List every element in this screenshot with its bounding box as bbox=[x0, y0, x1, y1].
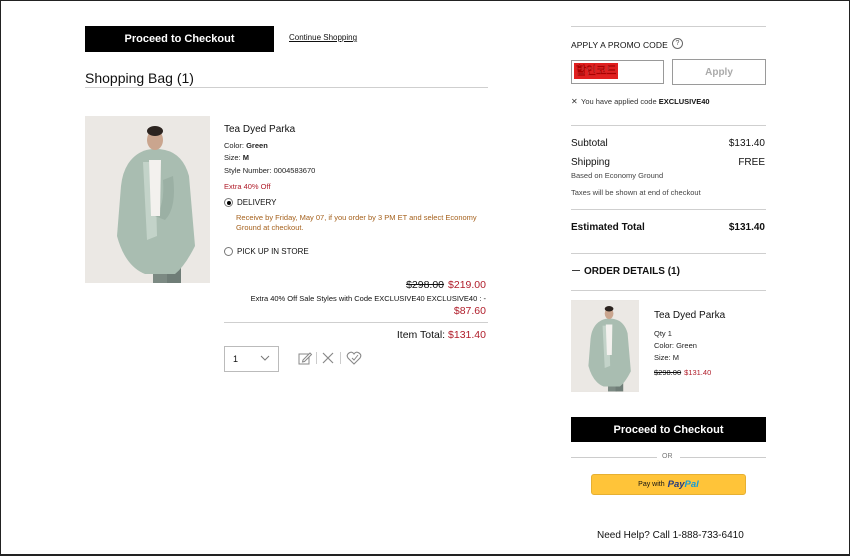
quantity-select[interactable]: 1 bbox=[224, 346, 279, 372]
product-image[interactable] bbox=[85, 116, 210, 283]
item-price: $298.00 $219.00 bbox=[406, 279, 486, 291]
item-total-value: $131.40 bbox=[448, 329, 486, 341]
tax-note: Taxes will be shown at end of checkout bbox=[571, 188, 701, 197]
promo-discount-amount: $87.60 bbox=[453, 305, 486, 317]
delivery-label[interactable]: DELIVERY bbox=[237, 198, 276, 207]
shipping-method: Based on Economy Ground bbox=[571, 171, 664, 180]
edit-icon[interactable] bbox=[297, 350, 313, 366]
estimated-total-label: Estimated Total bbox=[571, 222, 645, 233]
item-total-label: Item Total: bbox=[396, 329, 446, 341]
item-total: Item Total: $131.40 bbox=[397, 329, 486, 341]
summary-top-divider bbox=[571, 26, 766, 27]
order-item-original-price: $298.00 bbox=[654, 368, 682, 377]
total-divider bbox=[571, 253, 766, 254]
help-icon[interactable]: ? bbox=[672, 38, 683, 49]
order-item-qty: Qty 1 bbox=[654, 329, 672, 338]
promo-code-value: 할인코드 bbox=[574, 63, 619, 79]
icon-divider bbox=[340, 352, 341, 364]
pickup-in-store-radio[interactable] bbox=[224, 247, 233, 256]
apply-promo-button[interactable]: Apply bbox=[672, 59, 766, 85]
product-style-number: Style Number: 0004583670 bbox=[224, 166, 316, 175]
pickup-in-store-label[interactable]: PICK UP IN STORE bbox=[237, 247, 309, 256]
promo-applied-line: Extra 40% Off Sale Styles with Code EXCL… bbox=[250, 294, 486, 303]
remove-promo-icon[interactable]: ✕ bbox=[571, 97, 578, 106]
remove-icon[interactable] bbox=[320, 350, 336, 366]
order-details-divider bbox=[571, 290, 766, 291]
chevron-down-icon bbox=[260, 355, 270, 361]
or-divider-left bbox=[571, 457, 657, 458]
paypal-button[interactable]: Pay with Pay Pal bbox=[591, 474, 746, 495]
paypal-prefix: Pay with bbox=[638, 481, 665, 488]
original-price: $298.00 bbox=[406, 279, 445, 291]
subtotal-label: Subtotal bbox=[571, 138, 608, 149]
paypal-logo-pal: Pal bbox=[684, 479, 699, 490]
move-to-wishlist-heart-icon[interactable] bbox=[346, 350, 362, 366]
proceed-to-checkout-button-bottom[interactable]: Proceed to Checkout bbox=[571, 417, 766, 442]
collapse-icon: — bbox=[572, 266, 580, 275]
promo-divider bbox=[571, 125, 766, 126]
delivery-estimate-note: Receive by Friday, May 07, if you order … bbox=[236, 213, 477, 232]
order-item-sale-price: $131.40 bbox=[684, 368, 712, 377]
shopping-bag-title: Shopping Bag (1) bbox=[85, 70, 194, 86]
order-item-color: Color: Green bbox=[654, 341, 697, 350]
shipping-label: Shipping bbox=[571, 157, 610, 168]
shipping-value: FREE bbox=[738, 157, 765, 168]
discount-tag: Extra 40% Off bbox=[224, 182, 271, 191]
continue-shopping-link[interactable]: Continue Shopping bbox=[289, 33, 357, 42]
subtotal-divider bbox=[571, 209, 766, 210]
delivery-radio[interactable] bbox=[224, 198, 233, 207]
quantity-value: 1 bbox=[233, 354, 239, 364]
sale-price: $219.00 bbox=[448, 279, 486, 291]
product-size: Size: M bbox=[224, 153, 250, 162]
order-details-toggle[interactable]: — ORDER DETAILS (1) bbox=[572, 266, 680, 277]
product-name[interactable]: Tea Dyed Parka bbox=[224, 124, 295, 135]
order-item-image bbox=[571, 300, 639, 392]
subtotal-value: $131.40 bbox=[728, 138, 765, 149]
order-item-price: $298.00 $131.40 bbox=[654, 368, 711, 377]
or-divider-right bbox=[680, 457, 766, 458]
need-help-phone[interactable]: Need Help? Call 1-888-733-6410 bbox=[597, 530, 744, 541]
order-item-size: Size: M bbox=[654, 353, 680, 362]
paypal-logo-pay: Pay bbox=[667, 479, 685, 490]
product-color: Color: Green bbox=[224, 141, 268, 150]
title-divider bbox=[85, 87, 488, 88]
item-total-divider bbox=[224, 322, 488, 323]
order-item-name: Tea Dyed Parka bbox=[654, 310, 726, 321]
order-details-heading: ORDER DETAILS (1) bbox=[584, 266, 680, 277]
or-label: OR bbox=[662, 453, 673, 460]
icon-divider bbox=[316, 352, 317, 364]
proceed-to-checkout-button-top[interactable]: Proceed to Checkout bbox=[85, 26, 274, 52]
estimated-total-value: $131.40 bbox=[728, 222, 765, 233]
applied-promo-message: You have applied code EXCLUSIVE40 bbox=[581, 97, 710, 106]
promo-code-heading: APPLY A PROMO CODE bbox=[571, 40, 668, 50]
